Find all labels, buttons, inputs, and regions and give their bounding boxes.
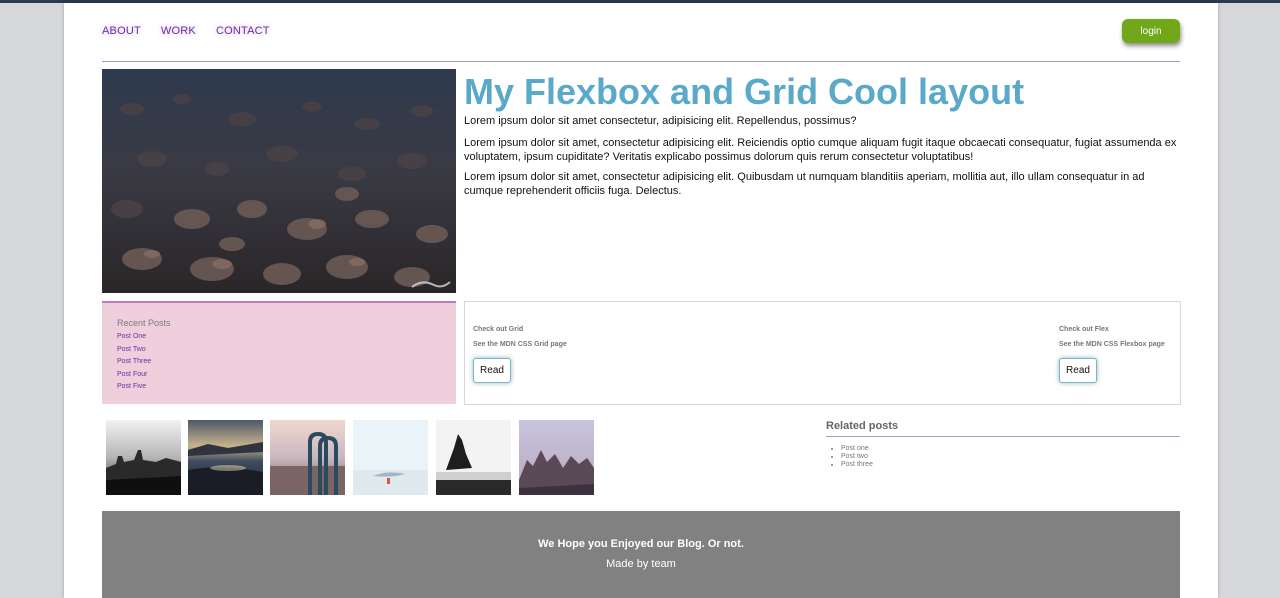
gallery-thumb-seagull-snow[interactable] xyxy=(353,420,428,495)
login-button[interactable]: login xyxy=(1122,19,1180,43)
recent-post-link[interactable]: Post Four xyxy=(117,369,151,382)
card-heading: Check out Grid xyxy=(473,326,524,333)
gallery-thumb-coast-sunset[interactable] xyxy=(188,420,263,495)
nav-link-about[interactable]: ABOUT xyxy=(102,25,141,37)
recent-posts-list: Post One Post Two Post Three Post Four P… xyxy=(117,331,151,394)
footer-message: We Hope you Enjoyed our Blog. Or not. xyxy=(538,538,744,550)
intro-paragraph-1: Lorem ipsum dolor sit amet consectetur, … xyxy=(464,115,857,127)
hero-image xyxy=(102,69,456,293)
footer-credit: Made by team xyxy=(606,558,676,570)
related-post-link[interactable]: Post one xyxy=(841,445,1180,453)
nav-link-contact[interactable]: CONTACT xyxy=(216,25,270,37)
read-grid-button[interactable]: Read xyxy=(473,358,511,383)
related-posts-list: Post one Post two Post three xyxy=(826,445,1180,469)
intro-paragraph-2: Lorem ipsum dolor sit amet, consectetur … xyxy=(464,137,1177,163)
recent-posts-title: Recent Posts xyxy=(117,318,171,328)
gallery-thumb-pool-ladder[interactable] xyxy=(270,420,345,495)
page-container: ABOUT WORK CONTACT login My Flexbox and … xyxy=(64,3,1218,598)
card-grid: Check out Grid See the MDN CSS Grid page… xyxy=(473,326,567,383)
nav-link-work[interactable]: WORK xyxy=(161,25,196,37)
related-post-link[interactable]: Post three xyxy=(841,461,1180,469)
card-flex: Check out Flex See the MDN CSS Flexbox p… xyxy=(1059,326,1165,383)
recent-post-link[interactable]: Post Three xyxy=(117,356,151,369)
related-posts-title: Related posts xyxy=(826,420,1180,437)
gallery-thumb-sea-stack[interactable] xyxy=(436,420,511,495)
gallery-thumb-mountain-peaks[interactable] xyxy=(519,420,594,495)
recent-post-link[interactable]: Post Two xyxy=(117,344,151,357)
page-title: My Flexbox and Grid Cool layout xyxy=(464,71,1025,112)
card-subtext: See the MDN CSS Grid page xyxy=(473,341,567,348)
related-post-link[interactable]: Post two xyxy=(841,453,1180,461)
main-nav: ABOUT WORK CONTACT xyxy=(102,25,270,37)
recent-post-link[interactable]: Post One xyxy=(117,331,151,344)
gallery-thumb-city-fog[interactable] xyxy=(106,420,181,495)
card-subtext: See the MDN CSS Flexbox page xyxy=(1059,341,1165,348)
recent-post-link[interactable]: Post Five xyxy=(117,381,151,394)
card-heading: Check out Flex xyxy=(1059,326,1109,333)
page-footer: We Hope you Enjoyed our Blog. Or not. Ma… xyxy=(102,511,1180,598)
related-posts: Related posts Post one Post two Post thr… xyxy=(826,420,1180,469)
intro-paragraph-3: Lorem ipsum dolor sit amet, consectetur … xyxy=(464,171,1145,197)
resource-cards: Check out Grid See the MDN CSS Grid page… xyxy=(464,301,1181,405)
read-flex-button[interactable]: Read xyxy=(1059,358,1097,383)
recent-posts-panel: Recent Posts Post One Post Two Post Thre… xyxy=(102,301,456,404)
header-divider xyxy=(102,61,1180,62)
